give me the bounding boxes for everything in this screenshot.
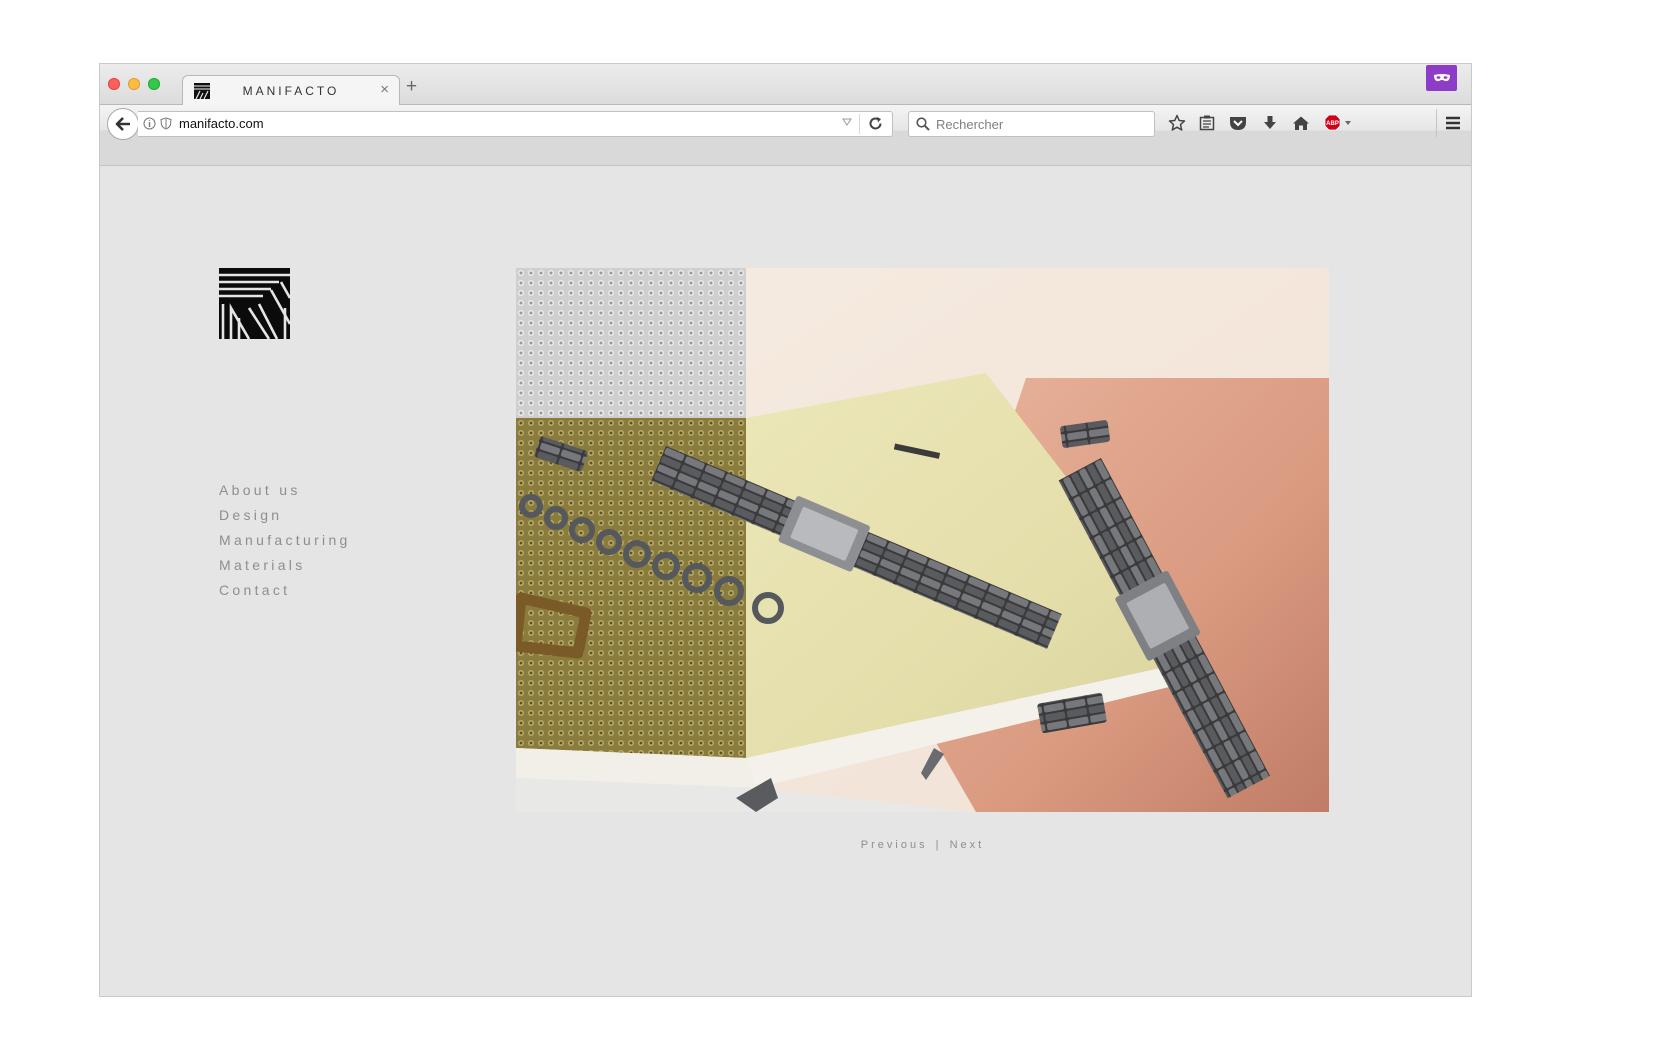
back-arrow-icon [115,117,130,131]
download-icon[interactable] [1261,114,1279,132]
toolbar-divider [1436,109,1437,137]
new-tab-button[interactable]: + [406,76,417,98]
manifacto-logo[interactable] [219,268,290,339]
nav-link-design[interactable]: Design [219,503,351,528]
home-icon[interactable] [1292,114,1310,132]
reload-icon[interactable] [868,116,883,131]
tab-title: MANIFACTO [242,84,340,98]
url-text[interactable]: manifacto.com [179,116,264,131]
window-close-button[interactable] [108,78,120,90]
reading-list-icon[interactable] [1198,114,1216,132]
slideshow-pager: Previous | Next [516,839,1329,851]
navigation-toolbar: manifacto.com Rechercher ABP [100,105,1471,166]
nav-link-contact[interactable]: Contact [219,578,351,603]
next-link[interactable]: Next [950,839,985,851]
nav-link-manufacturing[interactable]: Manufacturing [219,528,351,553]
search-bar[interactable]: Rechercher [908,111,1155,137]
url-bar-divider [859,114,860,134]
url-bar[interactable]: manifacto.com [138,111,893,137]
pocket-icon[interactable] [1229,114,1247,132]
tracking-shield-icon[interactable] [160,117,172,130]
adblock-plus-icon[interactable]: ABP [1324,114,1354,132]
tab-strip: MANIFACTO × + [100,64,1471,106]
page-content: About us Design Manufacturing Materials … [100,166,1471,996]
previous-link[interactable]: Previous [861,839,928,851]
nav-link-materials[interactable]: Materials [219,553,351,578]
url-history-dropdown-icon[interactable] [842,118,852,126]
site-navigation: About us Design Manufacturing Materials … [219,478,351,603]
window-minimize-button[interactable] [128,78,140,90]
browser-window: MANIFACTO × + manifacto.com Rechercher A… [100,64,1471,996]
nav-link-about-us[interactable]: About us [219,478,351,503]
search-placeholder: Rechercher [936,117,1004,132]
window-maximize-button[interactable] [148,78,160,90]
site-info-icon[interactable] [143,117,156,130]
bookmark-star-icon[interactable] [1168,114,1186,132]
pager-separator: | [935,839,942,851]
hamburger-menu-icon[interactable] [1444,114,1462,132]
adblock-label: ABP [1326,121,1339,127]
private-browsing-mask-icon[interactable] [1426,65,1457,91]
tab-close-button[interactable]: × [380,81,389,98]
back-button[interactable] [107,108,139,140]
browser-tab[interactable]: MANIFACTO × [182,75,400,106]
search-icon [916,117,930,131]
hero-watch-bracelet-photo [516,268,1329,812]
